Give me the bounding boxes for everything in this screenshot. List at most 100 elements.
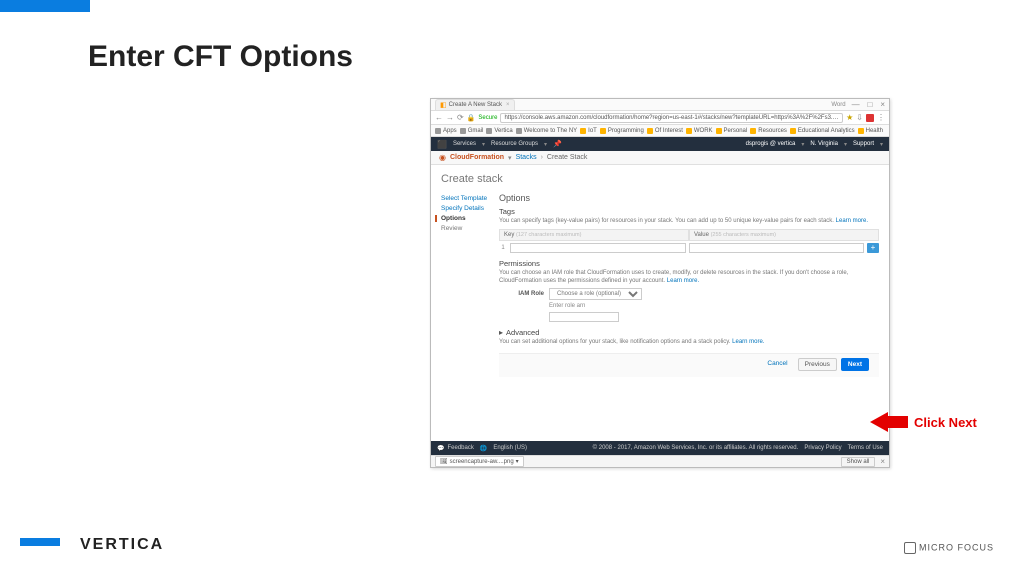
- key-header: Key (127 characters maximum): [499, 229, 689, 241]
- bookmarks-bar: Apps Gmail Vertica Welcome to The NY IoT…: [431, 125, 889, 137]
- bm-label: Programming: [608, 128, 644, 134]
- maximize-icon[interactable]: □: [868, 100, 873, 109]
- url-field[interactable]: https://console.aws.amazon.com/cloudform…: [500, 113, 843, 123]
- bm-label: Educational Analytics: [798, 128, 855, 134]
- step-review[interactable]: Review: [441, 225, 491, 232]
- region-menu[interactable]: N. Virginia: [810, 141, 838, 147]
- bm-label: Resources: [758, 128, 787, 134]
- bookmark-item[interactable]: Gmail: [460, 128, 484, 134]
- wizard-sidebar: Select Template Specify Details Options …: [431, 189, 495, 477]
- cancel-button[interactable]: Cancel: [761, 358, 793, 371]
- bm-label: Of Interest: [655, 128, 683, 134]
- language-selector[interactable]: English (US): [493, 445, 527, 451]
- pin-icon[interactable]: 📌: [553, 140, 562, 148]
- bookmark-item[interactable]: Vertica: [486, 128, 512, 134]
- chevron-down-icon: ▾: [801, 141, 804, 148]
- callout-text: Click Next: [914, 415, 977, 430]
- tab-close-icon[interactable]: ×: [506, 102, 510, 108]
- close-window-icon[interactable]: ×: [880, 100, 885, 109]
- feedback-icon: 💬: [437, 445, 444, 452]
- bookmark-folder[interactable]: WORK: [686, 128, 713, 134]
- step-specify-details[interactable]: Specify Details: [441, 205, 491, 212]
- secure-lock-icon: 🔒: [467, 114, 476, 122]
- arrow-left-icon: [870, 412, 888, 432]
- chevron-down-icon[interactable]: ▾: [516, 458, 519, 465]
- step-select-template[interactable]: Select Template: [441, 195, 491, 202]
- learn-more-link[interactable]: Learn more.: [667, 278, 699, 284]
- services-menu[interactable]: Services: [453, 141, 476, 147]
- feedback-link[interactable]: Feedback: [447, 445, 473, 451]
- site-icon: [516, 128, 522, 134]
- vertica-logo: VERTICA: [80, 536, 164, 554]
- terms-link[interactable]: Terms of Use: [848, 445, 883, 451]
- bm-label: Welcome to The NY: [524, 128, 577, 134]
- browser-tab[interactable]: ◧ Create A New Stack ×: [435, 99, 515, 110]
- next-button[interactable]: Next: [841, 358, 869, 371]
- reload-icon[interactable]: ⟳: [457, 113, 464, 122]
- bm-label: IoT: [588, 128, 597, 134]
- bookmark-folder[interactable]: Of Interest: [647, 128, 683, 134]
- aws-favicon-icon: ◧: [440, 101, 447, 109]
- arrow-stem: [888, 416, 908, 428]
- chevron-down-icon: ▾: [544, 141, 547, 148]
- menu-kebab-icon[interactable]: ⋮: [877, 113, 885, 122]
- extension-icon[interactable]: [866, 114, 874, 122]
- adv-desc-text: You can set additional options for your …: [499, 339, 730, 345]
- close-download-bar-icon[interactable]: ×: [880, 457, 885, 466]
- forward-icon[interactable]: →: [446, 113, 454, 122]
- tag-row: 1 +: [499, 243, 879, 253]
- support-menu[interactable]: Support: [853, 141, 874, 147]
- folder-icon: [750, 128, 756, 134]
- tag-key-input[interactable]: [510, 243, 686, 253]
- image-file-icon: 🖼: [440, 458, 448, 465]
- wizard-buttons: Cancel Previous Next: [499, 353, 879, 377]
- privacy-link[interactable]: Privacy Policy: [804, 445, 841, 451]
- bm-label: Health: [866, 128, 883, 134]
- download-filename: screencapture-aw....png: [450, 459, 514, 465]
- permissions-title: Permissions: [499, 259, 879, 268]
- folder-icon: [716, 128, 722, 134]
- download-chip[interactable]: 🖼 screencapture-aw....png ▾: [435, 456, 524, 467]
- tag-value-input[interactable]: [689, 243, 865, 253]
- service-name[interactable]: CloudFormation: [450, 154, 504, 161]
- service-icon: ◉: [439, 153, 446, 162]
- page-title: Create stack: [431, 165, 889, 189]
- folder-icon: [686, 128, 692, 134]
- bookmark-folder[interactable]: Resources: [750, 128, 787, 134]
- window-word-label: Word: [831, 102, 845, 108]
- bookmark-folder[interactable]: Personal: [716, 128, 748, 134]
- options-heading: Options: [499, 193, 879, 203]
- download-tray-icon[interactable]: ⇩: [856, 113, 863, 122]
- copyright: © 2008 - 2017, Amazon Web Services, Inc.…: [593, 445, 799, 451]
- tags-desc-text: You can specify tags (key-value pairs) f…: [499, 218, 834, 224]
- chevron-down-icon: ▾: [844, 141, 847, 148]
- breadcrumb-stacks[interactable]: Stacks: [516, 154, 537, 161]
- aws-logo-icon[interactable]: ⬛: [437, 140, 447, 149]
- advanced-toggle[interactable]: ▸Advanced: [499, 328, 879, 337]
- step-options[interactable]: Options: [435, 215, 491, 222]
- back-icon[interactable]: ←: [435, 113, 443, 122]
- bookmark-folder[interactable]: IoT: [580, 128, 597, 134]
- bookmark-item[interactable]: Welcome to The NY: [516, 128, 577, 134]
- iam-role-select[interactable]: Choose a role (optional): [549, 288, 642, 300]
- learn-more-link[interactable]: Learn more.: [732, 339, 764, 345]
- permissions-section: Permissions You can choose an IAM role t…: [499, 259, 879, 323]
- previous-button[interactable]: Previous: [798, 358, 837, 371]
- user-menu[interactable]: dsprogis @ vertica: [746, 141, 796, 147]
- bookmark-folder[interactable]: Health: [858, 128, 883, 134]
- bookmark-item[interactable]: Apps: [435, 128, 457, 134]
- tags-table-header: Key (127 characters maximum) Value (255 …: [499, 229, 879, 241]
- apps-icon: [435, 128, 441, 134]
- add-tag-button[interactable]: +: [867, 243, 879, 253]
- bookmark-folder[interactable]: Programming: [600, 128, 644, 134]
- resource-groups-menu[interactable]: Resource Groups: [491, 141, 538, 147]
- bm-label: Apps: [443, 128, 457, 134]
- bookmark-folder[interactable]: Educational Analytics: [790, 128, 855, 134]
- bookmark-star-icon[interactable]: ★: [846, 113, 853, 122]
- show-all-button[interactable]: Show all: [841, 457, 876, 467]
- folder-icon: [790, 128, 796, 134]
- learn-more-link[interactable]: Learn more.: [836, 218, 868, 224]
- role-arn-input[interactable]: [549, 312, 619, 322]
- minimize-icon[interactable]: —: [852, 100, 860, 109]
- chevron-down-icon[interactable]: ▾: [508, 154, 512, 162]
